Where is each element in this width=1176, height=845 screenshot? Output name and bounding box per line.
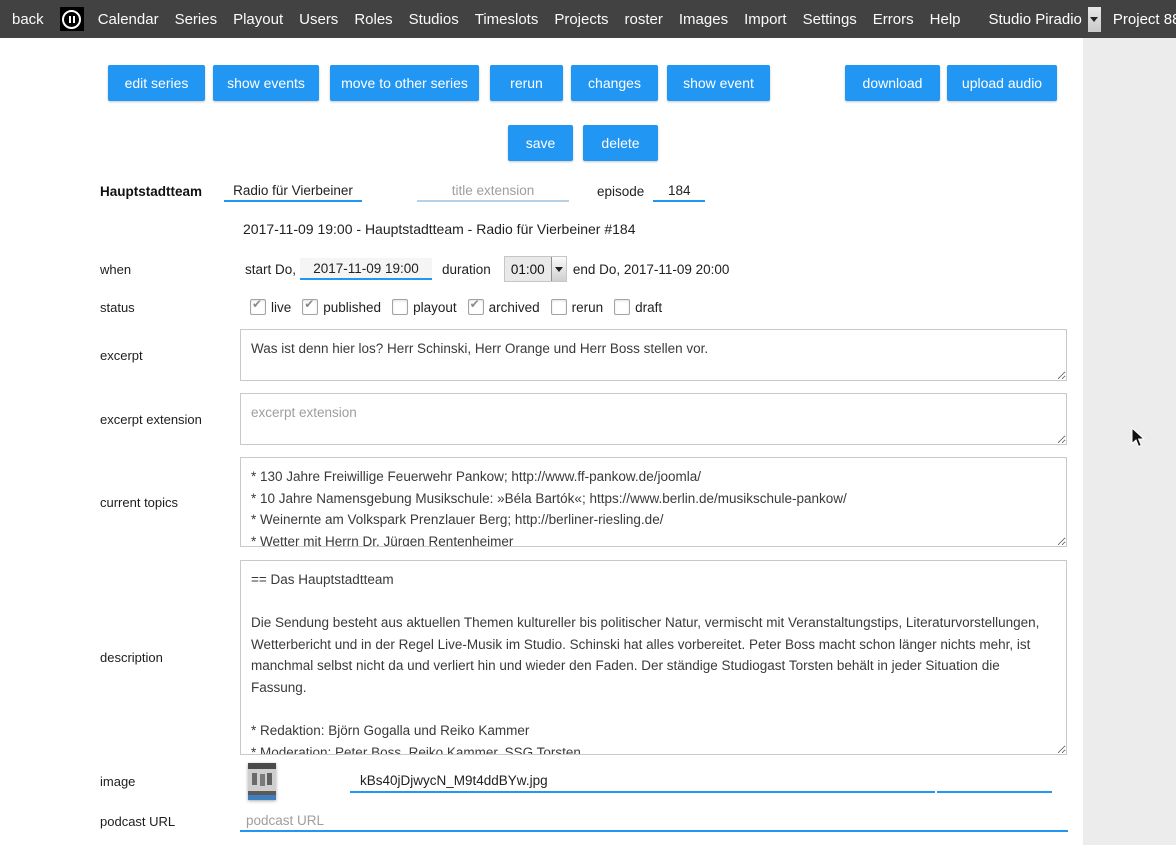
- mouse-cursor-icon: [1131, 427, 1146, 449]
- edit-series-button[interactable]: edit series: [108, 65, 205, 101]
- nav-item-series[interactable]: Series: [175, 11, 218, 28]
- nav-item-errors[interactable]: Errors: [873, 11, 914, 28]
- action-toolbar: edit series show events move to other se…: [108, 38, 1083, 101]
- excerpt-label: excerpt: [100, 348, 240, 363]
- image-row: image: [0, 763, 1083, 800]
- when-label: when: [100, 262, 240, 277]
- start-day-label: start Do,: [245, 262, 296, 277]
- project-select[interactable]: Project 88vier: [1113, 7, 1176, 32]
- rerun-button[interactable]: rerun: [490, 65, 563, 101]
- excerpt-extension-row: excerpt extension: [0, 393, 1083, 445]
- rerun-checkbox[interactable]: [551, 299, 567, 315]
- nav-item-studios[interactable]: Studios: [409, 11, 459, 28]
- nav-item-help[interactable]: Help: [930, 11, 961, 28]
- nav-item-users[interactable]: Users: [299, 11, 338, 28]
- chevron-down-icon[interactable]: [1088, 7, 1101, 32]
- status-row: status live published playout archived r…: [0, 299, 1083, 315]
- published-checkbox-label: published: [323, 300, 381, 315]
- chevron-down-icon[interactable]: [551, 257, 566, 281]
- nav-item-projects[interactable]: Projects: [554, 11, 608, 28]
- draft-checkbox-label: draft: [635, 300, 662, 315]
- show-event-button[interactable]: show event: [667, 65, 770, 101]
- when-row: when start Do, duration 01:00 end Do, 20…: [0, 256, 1083, 282]
- draft-checkbox[interactable]: [614, 299, 630, 315]
- title-input[interactable]: [224, 180, 362, 202]
- playout-checkbox[interactable]: [392, 299, 408, 315]
- current-topics-label: current topics: [100, 495, 240, 510]
- description-label: description: [100, 650, 240, 665]
- end-datetime-label: end Do, 2017-11-09 20:00: [573, 262, 730, 277]
- save-button[interactable]: save: [508, 125, 573, 161]
- live-checkbox[interactable]: [250, 299, 266, 315]
- duration-select[interactable]: 01:00: [504, 256, 567, 282]
- show-events-button[interactable]: show events: [213, 65, 319, 101]
- episode-label: episode: [597, 184, 644, 199]
- image-thumbnail[interactable]: [248, 763, 276, 800]
- image-secondary-input[interactable]: [937, 771, 1052, 793]
- podcast-url-input[interactable]: [240, 810, 1068, 832]
- start-datetime-input[interactable]: [300, 258, 432, 280]
- title-extension-input[interactable]: [417, 180, 569, 202]
- nav-item-images[interactable]: Images: [679, 11, 728, 28]
- content-area: edit series show events move to other se…: [0, 38, 1083, 845]
- live-checkbox-label: live: [271, 300, 291, 315]
- description-row: description == Das Hauptstadtteam Die Se…: [0, 560, 1083, 755]
- excerpt-row: excerpt Was ist denn hier los? Herr Schi…: [0, 329, 1083, 381]
- archived-checkbox[interactable]: [468, 299, 484, 315]
- save-toolbar: save delete: [508, 125, 1083, 161]
- nav-item-playout[interactable]: Playout: [233, 11, 283, 28]
- upload-audio-button[interactable]: upload audio: [947, 65, 1057, 101]
- download-button[interactable]: download: [845, 65, 940, 101]
- excerpt-extension-label: excerpt extension: [100, 412, 240, 427]
- episode-input[interactable]: [653, 180, 705, 202]
- image-filename-input[interactable]: [350, 771, 935, 793]
- podcast-url-row: podcast URL: [0, 810, 1083, 832]
- published-checkbox[interactable]: [302, 299, 318, 315]
- duration-label: duration: [442, 262, 491, 277]
- rerun-checkbox-label: rerun: [572, 300, 604, 315]
- image-label: image: [100, 774, 248, 789]
- current-topics-row: current topics * 130 Jahre Freiwillige F…: [0, 457, 1083, 547]
- series-name-label: Hauptstadtteam: [100, 184, 224, 199]
- excerpt-extension-textarea[interactable]: [240, 393, 1067, 445]
- nav-item-roster[interactable]: roster: [625, 11, 663, 28]
- title-row: Hauptstadtteam episode: [0, 180, 1083, 202]
- nav-item-roles[interactable]: Roles: [354, 11, 392, 28]
- description-textarea[interactable]: == Das Hauptstadtteam Die Sendung besteh…: [240, 560, 1067, 755]
- nav-item-import[interactable]: Import: [744, 11, 787, 28]
- changes-button[interactable]: changes: [571, 65, 658, 101]
- nav-item-timeslots[interactable]: Timeslots: [475, 11, 539, 28]
- event-summary-text: 2017-11-09 19:00 - Hauptstadtteam - Radi…: [243, 221, 636, 237]
- move-to-other-series-button[interactable]: move to other series: [330, 65, 479, 101]
- playout-checkbox-label: playout: [413, 300, 457, 315]
- delete-button[interactable]: delete: [583, 125, 658, 161]
- archived-checkbox-label: archived: [489, 300, 540, 315]
- nav-item-calendar[interactable]: Calendar: [98, 11, 159, 28]
- nav-back-link[interactable]: back: [12, 11, 44, 28]
- studio-select[interactable]: Studio Piradio: [989, 7, 1101, 32]
- top-navbar: back Calendar Series Playout Users Roles…: [0, 0, 1176, 38]
- current-topics-textarea[interactable]: * 130 Jahre Freiwillige Feuerwehr Pankow…: [240, 457, 1067, 547]
- excerpt-textarea[interactable]: Was ist denn hier los? Herr Schinski, He…: [240, 329, 1067, 381]
- podcast-url-label: podcast URL: [100, 814, 240, 829]
- radio-logo-icon[interactable]: [60, 7, 84, 31]
- status-label: status: [100, 300, 240, 315]
- nav-item-settings[interactable]: Settings: [803, 11, 857, 28]
